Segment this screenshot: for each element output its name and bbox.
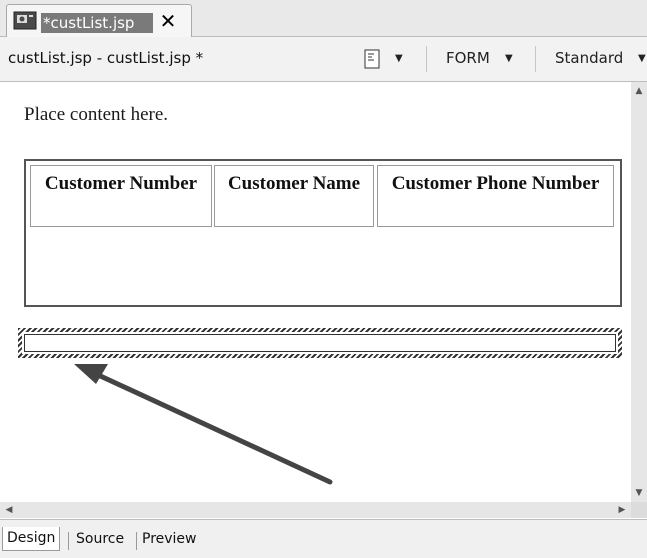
style-dropdown[interactable]: Standard bbox=[555, 49, 623, 67]
jsp-file-icon bbox=[13, 11, 37, 30]
tab-separator bbox=[136, 532, 137, 550]
column-header-customer-phone[interactable]: Customer Phone Number bbox=[377, 165, 614, 227]
scroll-right-icon[interactable]: ▶ bbox=[615, 503, 629, 517]
form-dropdown[interactable]: FORM bbox=[446, 49, 490, 67]
chevron-down-icon[interactable]: ▼ bbox=[505, 53, 513, 64]
editor-tab-custlist[interactable]: *custList.jsp ✕ bbox=[6, 4, 192, 37]
page-properties-icon[interactable] bbox=[362, 49, 382, 69]
form-region-inner bbox=[24, 334, 616, 352]
close-icon[interactable]: ✕ bbox=[157, 10, 179, 32]
tab-separator bbox=[68, 532, 69, 550]
document-title: custList.jsp - custList.jsp * bbox=[8, 49, 204, 67]
editor-toolbar: custList.jsp - custList.jsp * ▼ FORM ▼ S… bbox=[0, 37, 647, 82]
column-header-customer-number[interactable]: Customer Number bbox=[30, 165, 212, 227]
view-tabs: Design Source Preview bbox=[0, 519, 647, 558]
placeholder-text: Place content here. bbox=[24, 104, 169, 125]
tab-preview[interactable]: Preview bbox=[140, 527, 199, 551]
design-canvas[interactable]: Place content here. Customer Number Cust… bbox=[0, 82, 631, 502]
customer-table[interactable]: Customer Number Customer Name Customer P… bbox=[24, 159, 622, 307]
tab-label: *custList.jsp bbox=[41, 13, 153, 33]
column-header-customer-name[interactable]: Customer Name bbox=[214, 165, 374, 227]
tab-design[interactable]: Design bbox=[2, 527, 61, 551]
toolbar-separator bbox=[535, 46, 536, 72]
chevron-down-icon[interactable]: ▼ bbox=[638, 53, 646, 64]
selected-form-region[interactable] bbox=[18, 328, 622, 358]
scroll-down-icon[interactable]: ▼ bbox=[632, 486, 646, 500]
vertical-scrollbar[interactable]: ▲ ▼ bbox=[631, 82, 647, 502]
editor-window: *custList.jsp ✕ custList.jsp - custList.… bbox=[0, 0, 647, 558]
chevron-down-icon[interactable]: ▼ bbox=[395, 53, 403, 64]
scroll-left-icon[interactable]: ◀ bbox=[2, 503, 16, 517]
toolbar-separator bbox=[426, 46, 427, 72]
scroll-up-icon[interactable]: ▲ bbox=[632, 84, 646, 98]
scroll-corner bbox=[631, 502, 647, 518]
editor-tab-strip: *custList.jsp ✕ bbox=[0, 0, 647, 37]
tab-source[interactable]: Source bbox=[74, 527, 126, 551]
horizontal-scrollbar[interactable]: ◀ ▶ bbox=[0, 502, 631, 518]
